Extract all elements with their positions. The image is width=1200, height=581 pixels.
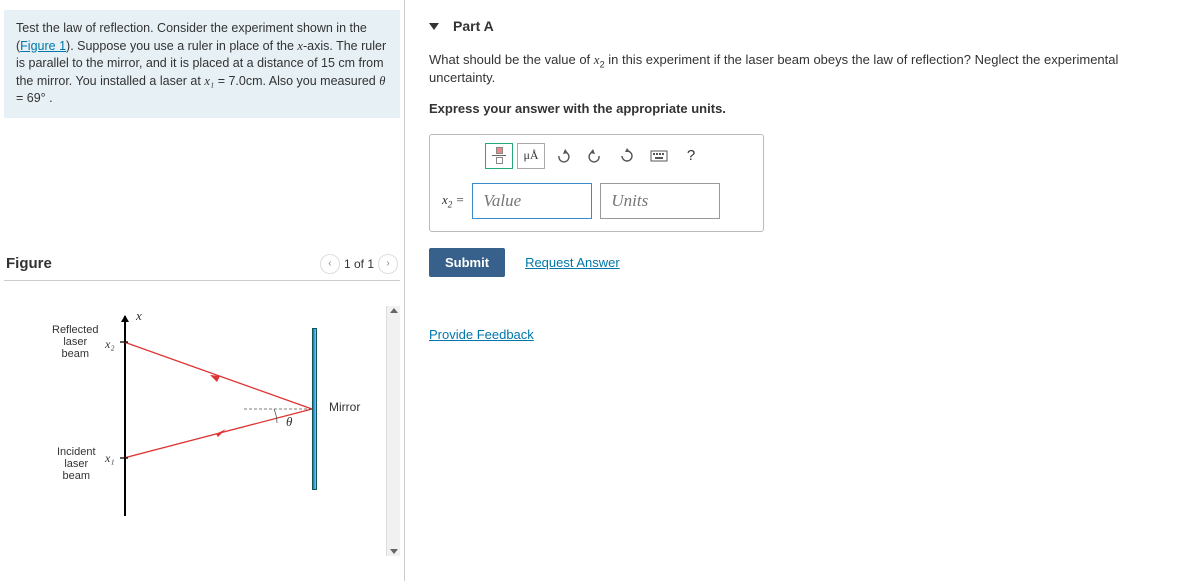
prompt-seg: = 69° . [16, 91, 53, 105]
answer-instruction: Express your answer with the appropriate… [429, 101, 1176, 116]
figure-link[interactable]: Figure 1 [20, 39, 66, 53]
prompt-text: Test the law of reflection. Consider the… [4, 10, 400, 118]
help-button[interactable]: ? [677, 143, 705, 169]
theta-label: θ [286, 414, 292, 430]
part-header[interactable]: Part A [429, 12, 1176, 52]
submit-row: Submit Request Answer [429, 248, 1176, 277]
answer-toolbar: μÅ ? [430, 135, 763, 175]
answer-area: μÅ ? x2 = [429, 134, 764, 232]
redo-button[interactable] [581, 143, 609, 169]
part-title: Part A [453, 18, 494, 34]
caret-down-icon [429, 23, 439, 30]
value-input[interactable] [472, 183, 592, 219]
figure-header: Figure ‹ 1 of 1 › [4, 248, 400, 281]
figure-title: Figure [6, 255, 52, 272]
undo-button[interactable] [549, 143, 577, 169]
x2-label: x₂ [105, 337, 115, 352]
left-panel: Test the law of reflection. Consider the… [0, 0, 405, 581]
figure-scrollbar[interactable] [386, 306, 400, 556]
figure-canvas: x Mirror θ x₁ x₂ [4, 306, 400, 556]
redo-icon [587, 149, 603, 163]
provide-feedback-link[interactable]: Provide Feedback [429, 327, 534, 342]
incident-beam-label: Incident laser beam [57, 446, 96, 482]
figure-section: Figure ‹ 1 of 1 › x Mirror [0, 248, 404, 556]
reset-icon [619, 148, 635, 164]
units-tool-button[interactable]: μÅ [517, 143, 545, 169]
figure-counter: 1 of 1 [344, 257, 374, 271]
fraction-tool-button[interactable] [485, 143, 513, 169]
figure-next-button[interactable]: › [378, 254, 398, 274]
keyboard-icon [650, 150, 668, 162]
equation-label: x2 = [442, 192, 464, 210]
reflected-beam-label: Reflected laser beam [52, 324, 98, 360]
x1-label: x₁ [105, 451, 115, 466]
request-answer-link[interactable]: Request Answer [525, 255, 620, 270]
var-x1: x₁ [204, 74, 214, 88]
right-panel: Part A What should be the value of x2 in… [405, 0, 1200, 581]
question-text: What should be the value of x2 in this e… [429, 52, 1176, 85]
fraction-icon [492, 147, 506, 164]
diagram: x Mirror θ x₁ x₂ [44, 306, 374, 526]
figure-nav: ‹ 1 of 1 › [320, 254, 398, 274]
prompt-seg: = 7.0cm. Also you measured [214, 74, 379, 88]
figure-prev-button[interactable]: ‹ [320, 254, 340, 274]
undo-icon [555, 149, 571, 163]
units-input[interactable] [600, 183, 720, 219]
answer-input-row: x2 = [430, 175, 763, 231]
prompt-seg: ). Suppose you use a ruler in place of t… [66, 39, 297, 53]
keyboard-button[interactable] [645, 143, 673, 169]
reset-button[interactable] [613, 143, 641, 169]
var-theta: θ [379, 74, 385, 88]
submit-button[interactable]: Submit [429, 248, 505, 277]
